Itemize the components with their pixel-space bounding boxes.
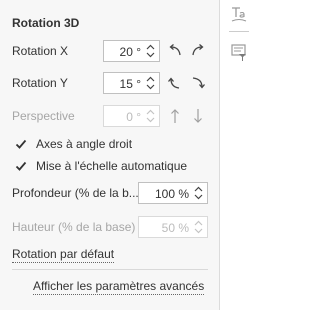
text-art-icon[interactable] bbox=[231, 6, 247, 24]
advanced-settings-link[interactable]: Afficher les paramètres avancés bbox=[33, 279, 205, 295]
depth-label: Profondeur (% de la b... bbox=[12, 186, 139, 200]
spinner-arrows-icon[interactable] bbox=[146, 75, 155, 91]
arrow-down-icon[interactable] bbox=[188, 106, 208, 126]
spinner-arrows-icon[interactable] bbox=[146, 108, 155, 124]
rotate-down-icon[interactable] bbox=[188, 73, 208, 93]
right-angle-axes-checkbox[interactable]: Axes à angle droit bbox=[14, 136, 132, 152]
rotation-x-label: Rotation X bbox=[12, 44, 69, 58]
right-angle-axes-label: Axes à angle droit bbox=[36, 137, 133, 151]
depth-value: 100 % bbox=[154, 187, 189, 201]
default-rotation-link[interactable]: Rotation par défaut bbox=[12, 247, 115, 263]
height-spinner[interactable]: 50 % bbox=[138, 216, 208, 238]
rotation-y-spinner[interactable]: 15 ° bbox=[103, 72, 160, 94]
filter-icon[interactable] bbox=[231, 44, 247, 62]
rotation-x-value: 20 ° bbox=[119, 45, 141, 59]
rotation-x-spinner[interactable]: 20 ° bbox=[103, 40, 160, 62]
spinner-arrows-icon[interactable] bbox=[194, 219, 203, 235]
panel-title: Rotation 3D bbox=[12, 16, 80, 30]
perspective-spinner[interactable]: 0 ° bbox=[103, 105, 160, 127]
spinner-arrows-icon[interactable] bbox=[194, 185, 203, 201]
rotate-clockwise-icon[interactable] bbox=[188, 41, 208, 61]
autoscale-label: Mise à l'échelle automatique bbox=[36, 159, 188, 173]
depth-spinner[interactable]: 100 % bbox=[138, 182, 208, 204]
height-value: 50 % bbox=[161, 221, 189, 235]
rotation-y-label: Rotation Y bbox=[12, 76, 68, 90]
settings-panel: Rotation 3D Rotation X 20 ° Rotation Y 1… bbox=[0, 0, 220, 310]
rotation-y-value: 15 ° bbox=[119, 77, 141, 91]
perspective-label: Perspective bbox=[12, 109, 75, 123]
height-label: Hauteur (% de la base) bbox=[12, 220, 136, 234]
checkmark-icon[interactable] bbox=[14, 137, 28, 151]
toolbar-separator bbox=[229, 31, 249, 32]
rotate-counterclockwise-icon[interactable] bbox=[165, 41, 185, 61]
perspective-value: 0 ° bbox=[126, 110, 141, 124]
arrow-up-icon[interactable] bbox=[165, 106, 185, 126]
divider bbox=[12, 269, 208, 270]
rotate-up-icon[interactable] bbox=[165, 73, 185, 93]
checkmark-icon[interactable] bbox=[14, 159, 28, 173]
autoscale-checkbox[interactable]: Mise à l'échelle automatique bbox=[14, 158, 187, 174]
spinner-arrows-icon[interactable] bbox=[146, 43, 155, 59]
